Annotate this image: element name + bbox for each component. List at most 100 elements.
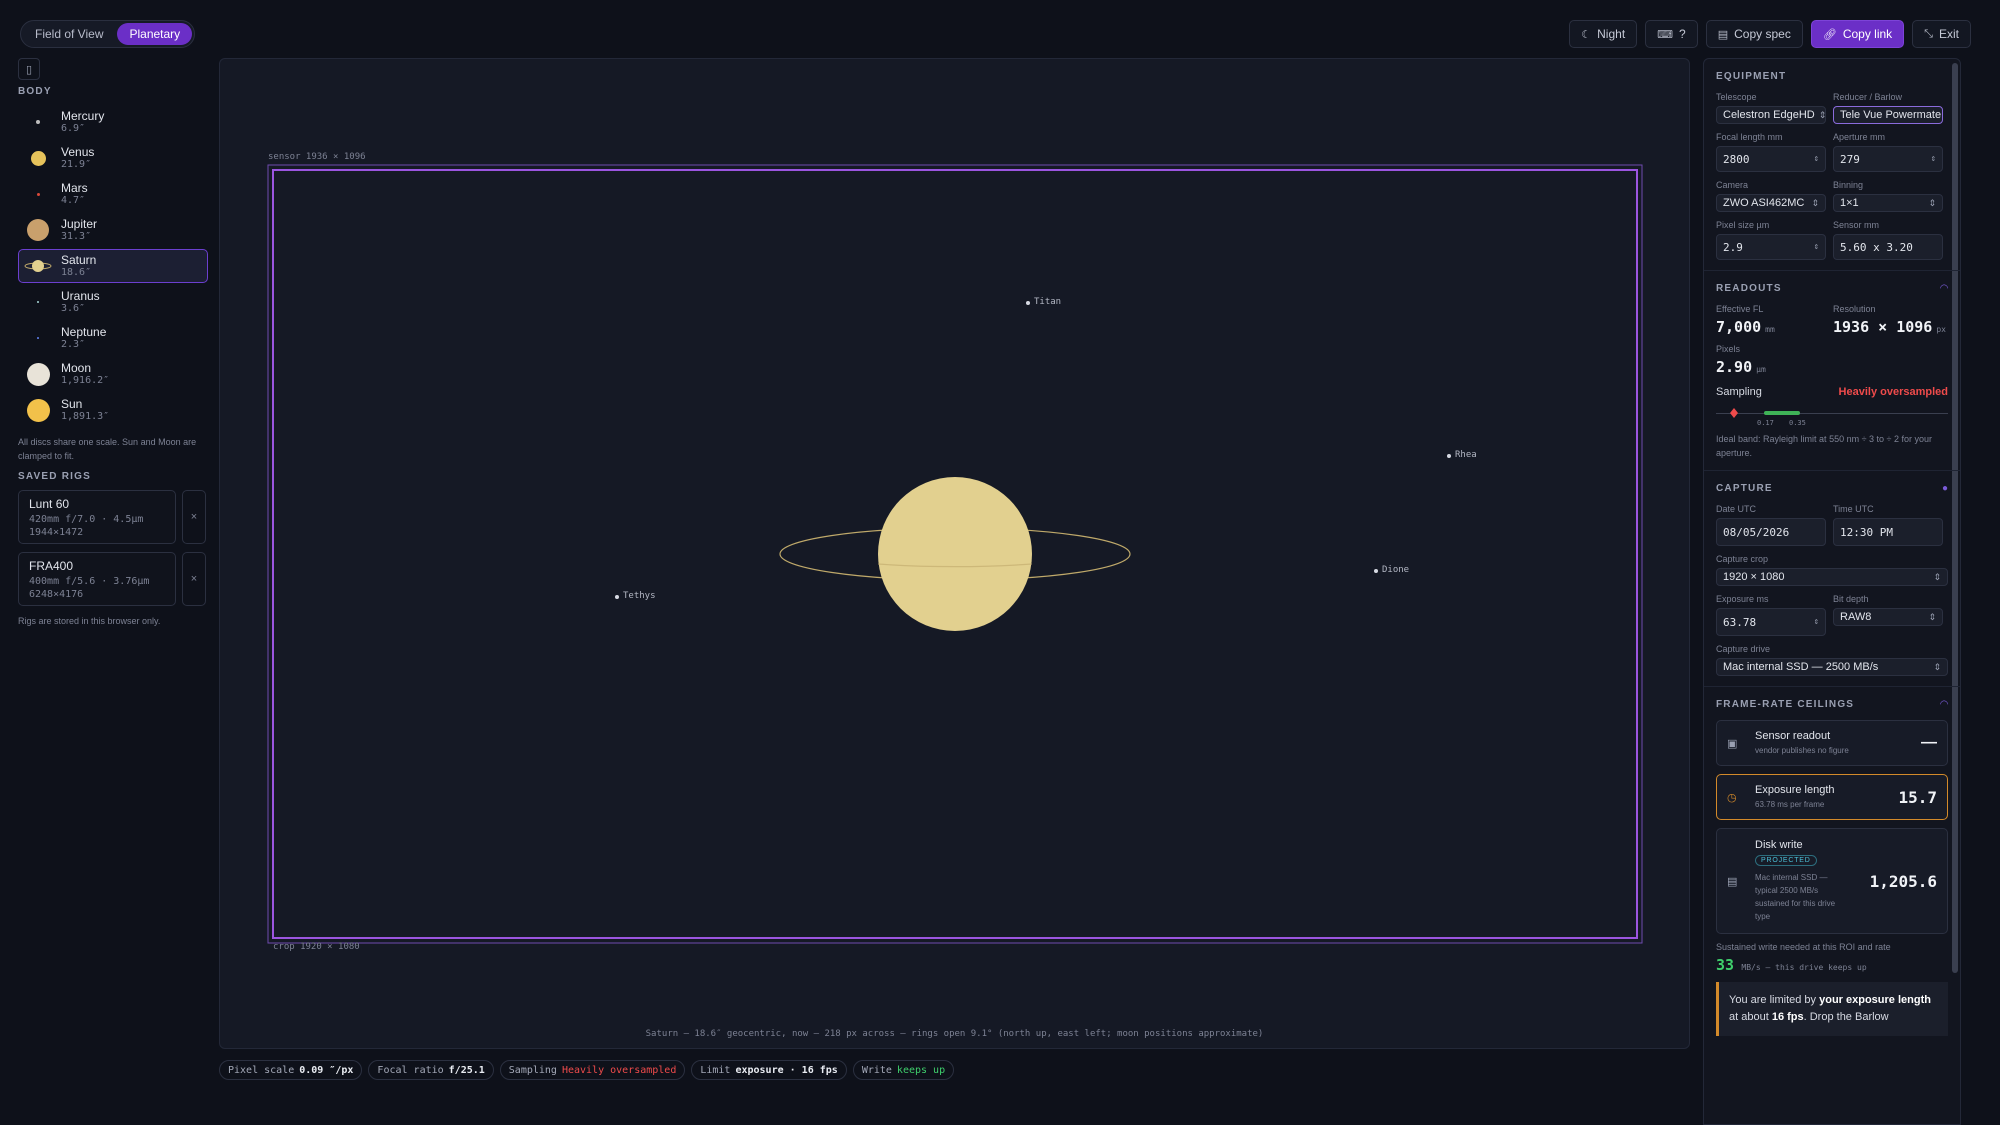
ceiling-value: 15.7 — [1898, 787, 1937, 807]
date-input[interactable]: 08/05/2026 — [1716, 518, 1826, 546]
field-canvas: sensor 1936 × 1096 crop 1920 × 1080 Tita… — [219, 58, 1690, 1049]
body-list: Mercury 6.9″ Venus 21.9″ Mars 4.7″ Jupiter 3… — [18, 105, 208, 427]
pixel-scale-pill: Pixel scale 0.09 ″/px — [219, 1060, 363, 1080]
time-label: Time UTC — [1833, 504, 1874, 514]
body-item-sun[interactable]: Sun 1,891.3″ — [18, 393, 208, 427]
night-button[interactable]: ☾ Night — [1569, 20, 1638, 48]
saved-rig-card[interactable]: Lunt 60 420mm f/7.0 · 4.5µm 1944×1472 — [18, 490, 176, 544]
bit-depth-select[interactable]: RAW8 ⇕ — [1833, 608, 1943, 626]
input-value: 2.9 — [1723, 240, 1743, 254]
camera-select[interactable]: ZWO ASI462MC ⇕ — [1716, 194, 1826, 212]
capture-drive-select[interactable]: Mac internal SSD — 2500 MB/s ⇕ — [1716, 658, 1948, 676]
timer-icon: ◷ — [1727, 791, 1737, 804]
bit-depth-label: Bit depth — [1833, 594, 1869, 604]
exposure-input[interactable]: 63.78 ⇕ — [1716, 608, 1826, 636]
chevron-updown-icon: ⇕ — [1928, 197, 1936, 208]
stepper-icon[interactable]: ⇕ — [1814, 617, 1819, 627]
copy-spec-button[interactable]: ▤ Copy spec — [1705, 20, 1803, 48]
field-svg — [267, 164, 1643, 944]
rhea-marker — [1447, 454, 1451, 458]
aperture-input[interactable]: 279 ⇕ — [1833, 146, 1943, 172]
readouts-section: READOUTS ◠ Effective FL 7,000 mm Resolutio… — [1704, 271, 1960, 471]
band-high-label: 0.35 — [1789, 419, 1806, 427]
sampling-pill: Sampling Heavily oversampled — [499, 1060, 686, 1080]
dot-icon: ● — [1941, 483, 1948, 494]
body-size: 1,891.3″ — [61, 411, 110, 422]
capture-crop-select[interactable]: 1920 × 1080 ⇕ — [1716, 568, 1948, 586]
eye-icon[interactable]: ◠ — [1940, 699, 1948, 710]
effective-fl-label: Effective FL — [1716, 304, 1764, 314]
delete-rig-button[interactable]: × — [182, 552, 206, 606]
clipboard-icon: ▤ — [1717, 28, 1729, 41]
binning-select[interactable]: 1×1 ⇕ — [1833, 194, 1943, 212]
body-size: 31.3″ — [61, 231, 92, 242]
rig-resolution: 1944×1472 — [29, 527, 84, 538]
ceiling-value: — — [1921, 734, 1937, 751]
top-actions: ☾ Night ⌨ ? ▤ Copy spec 🔗︎ Copy link ⤡ E… — [1569, 20, 1971, 48]
body-size: 2.3″ — [61, 339, 86, 350]
reducer-select[interactable]: Tele Vue Powermate⇕ — [1833, 106, 1943, 124]
select-value: Celestron EdgeHD — [1723, 109, 1815, 121]
body-item-mars[interactable]: Mars 4.7″ — [18, 177, 208, 211]
gauge-track — [1716, 413, 1948, 414]
jupiter-disc-icon — [27, 219, 49, 241]
ceiling-sub: Mac internal SSD — typical 2500 MB/s sus… — [1755, 873, 1836, 921]
sidebar-toggle-button[interactable]: ▯ — [18, 58, 40, 80]
telescope-select[interactable]: Celestron EdgeHD ⇕ — [1716, 106, 1826, 124]
moon-label-titan: Titan — [1034, 297, 1062, 307]
body-item-venus[interactable]: Venus 21.9″ — [18, 141, 208, 175]
capture-section: CAPTURE ● Date UTC 08/05/2026 Time UTC 12… — [1704, 471, 1960, 687]
body-item-saturn[interactable]: Saturn 18.6″ — [18, 249, 208, 283]
night-label: Night — [1597, 27, 1626, 41]
pixels-unit: µm — [1756, 365, 1766, 374]
chevron-updown-icon: ⇕ — [1818, 109, 1826, 120]
canvas-caption: Saturn — 18.6″ geocentric, now — 218 px … — [645, 1029, 1264, 1039]
stepper-icon[interactable]: ⇕ — [1931, 154, 1936, 164]
body-item-jupiter[interactable]: Jupiter 31.3″ — [18, 213, 208, 247]
help-label: ? — [1679, 27, 1686, 41]
body-item-mercury[interactable]: Mercury 6.9″ — [18, 105, 208, 139]
copy-link-button[interactable]: 🔗︎ Copy link — [1810, 20, 1905, 48]
collapse-arrows-icon: ⤡ — [1924, 27, 1933, 40]
body-name: Saturn — [61, 253, 97, 267]
rig-spec: 400mm f/5.6 · 3.76µm — [29, 576, 150, 587]
keyboard-icon: ⌨ — [1657, 28, 1674, 41]
focal-length-input[interactable]: 2800 ⇕ — [1716, 146, 1826, 172]
neptune-disc-icon — [37, 337, 39, 339]
band-low-label: 0.17 — [1757, 419, 1774, 427]
pixel-size-input[interactable]: 2.9 ⇕ — [1716, 234, 1826, 260]
input-value: 279 — [1840, 152, 1860, 166]
mode-planetary-tab[interactable]: Planetary — [117, 23, 193, 45]
delete-rig-button[interactable]: × — [182, 490, 206, 544]
select-value: 1×1 — [1840, 197, 1859, 209]
ceiling-sensor-readout: ▣ Sensor readout vendor publishes no fig… — [1716, 720, 1948, 766]
exit-button[interactable]: ⤡ Exit — [1912, 20, 1971, 48]
capture-drive-label: Capture drive — [1716, 644, 1771, 654]
stepper-icon[interactable]: ⇕ — [1814, 154, 1819, 164]
uranus-disc-icon — [37, 301, 39, 303]
projected-badge: PROJECTED — [1755, 855, 1817, 866]
mode-field-of-view-tab[interactable]: Field of View — [23, 23, 115, 45]
body-item-uranus[interactable]: Uranus 3.6″ — [18, 285, 208, 319]
keyboard-help-button[interactable]: ⌨ ? — [1645, 20, 1698, 48]
sensor-label: sensor 1936 × 1096 — [268, 152, 366, 162]
input-value: 12:30 PM — [1840, 525, 1893, 539]
sensor-size-input[interactable]: 5.60 x 3.20 — [1833, 234, 1943, 260]
focal-ratio-pill: Focal ratio f/25.1 — [368, 1060, 494, 1080]
crop-label: crop 1920 × 1080 — [273, 942, 360, 952]
link-icon: 🔗︎ — [1822, 28, 1837, 41]
pill-label: Write — [861, 1064, 892, 1076]
body-item-moon[interactable]: Moon 1,916.2″ — [18, 357, 208, 391]
eye-icon[interactable]: ◠ — [1940, 283, 1948, 294]
frame-rate-ceilings-section: FRAME-RATE CEILINGS ◠ ▣ Sensor readout ve… — [1704, 687, 1960, 1046]
body-size: 4.7″ — [61, 195, 86, 206]
limit-pill: Limit exposure · 16 fps — [691, 1060, 847, 1080]
saved-rig-card[interactable]: FRA400 400mm f/5.6 · 3.76µm 6248×4176 — [18, 552, 176, 606]
stepper-icon[interactable]: ⇕ — [1814, 242, 1819, 252]
ceilings-heading: FRAME-RATE CEILINGS — [1716, 699, 1855, 710]
body-item-neptune[interactable]: Neptune 2.3″ — [18, 321, 208, 355]
time-input[interactable]: 12:30 PM — [1833, 518, 1943, 546]
pill-label: Sampling — [508, 1064, 557, 1076]
ceiling-exposure-length: ◷ Exposure length 63.78 ms per frame 15.… — [1716, 774, 1948, 820]
copy-spec-label: Copy spec — [1734, 27, 1791, 41]
